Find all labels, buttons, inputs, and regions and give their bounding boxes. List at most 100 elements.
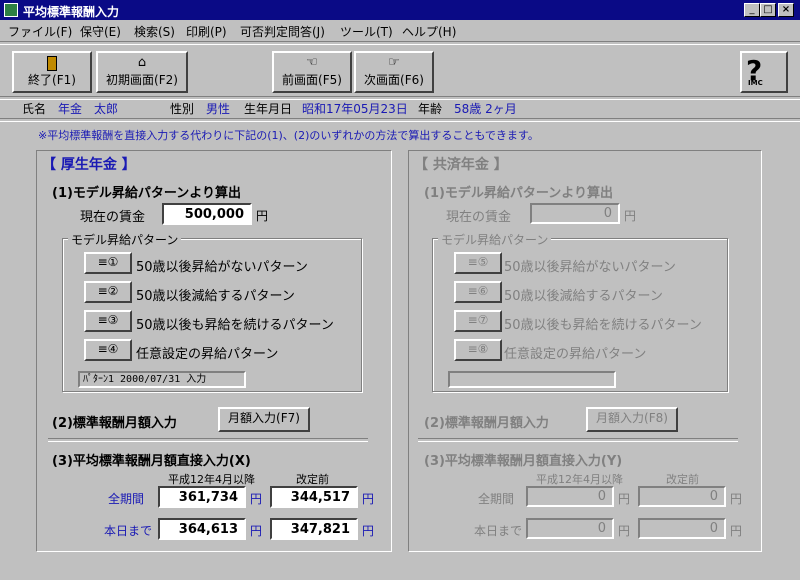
kyosai-pattern-group-title: モデル昇給パターン bbox=[438, 231, 552, 248]
kosei-row1-col2-unit: 円 bbox=[362, 492, 375, 506]
kyosai-wage-unit: 円 bbox=[624, 209, 637, 223]
kosei-pattern4-label: 任意設定の昇給パターン bbox=[136, 347, 279, 362]
person-sex: 男性 bbox=[206, 102, 231, 116]
point-right-icon: ☞ bbox=[388, 55, 400, 70]
kosei-title: 【 厚生年金 】 bbox=[42, 157, 136, 173]
kosei-pattern-group-title: モデル昇給パターン bbox=[68, 231, 182, 248]
kyosai-pattern7-label: 50歳以後も昇給を続けるパターン bbox=[504, 318, 702, 333]
kyosai-row1-col2-unit: 円 bbox=[730, 492, 743, 506]
kosei-row1-label: 全期間 bbox=[108, 492, 145, 506]
menu-file[interactable]: ファイル(F) bbox=[8, 23, 72, 40]
kosei-pattern1-button[interactable]: ≡① bbox=[84, 252, 132, 274]
kyosai-row2-col2-unit: 円 bbox=[730, 524, 743, 538]
maximize-button[interactable]: □ bbox=[760, 3, 776, 17]
sex-label: 性別 bbox=[170, 102, 195, 116]
kosei-pattern4-button[interactable]: ≡④ bbox=[84, 339, 132, 361]
kosei-wage-unit: 円 bbox=[256, 209, 269, 223]
kyosai-divider bbox=[418, 438, 738, 442]
kyosai-pattern7-button[interactable]: ≡⑦ bbox=[454, 310, 502, 332]
chart-icon: ≡ bbox=[467, 255, 478, 269]
kyosai-monthly-input-button[interactable]: 月額入力(F8) bbox=[586, 407, 678, 432]
kosei-divider bbox=[48, 438, 368, 442]
kosei-row1-col1-unit: 円 bbox=[250, 492, 263, 506]
kyosai-row2-col2-input[interactable]: 0 bbox=[638, 518, 726, 539]
info-separator bbox=[0, 118, 800, 122]
kosei-row2-label: 本日まで bbox=[104, 524, 153, 538]
kosei-section3-title: (3)平均標準報酬月額直接入力(X) bbox=[52, 454, 251, 469]
kyosai-row1-col2-input[interactable]: 0 bbox=[638, 486, 726, 507]
chart-icon: ≡ bbox=[467, 284, 478, 298]
kyosai-pattern8-button[interactable]: ≡⑧ bbox=[454, 339, 502, 361]
kyosai-row1-col1-unit: 円 bbox=[618, 492, 631, 506]
app-icon bbox=[4, 3, 18, 17]
menu-maintenance[interactable]: 保守(E) bbox=[80, 23, 121, 40]
age-label: 年齢 bbox=[418, 102, 443, 116]
kosei-pattern1-label: 50歳以後昇給がないパターン bbox=[136, 260, 308, 275]
title-bar: 平均標準報酬入力 _ □ × bbox=[0, 0, 800, 20]
kyosai-row2-col1-input[interactable]: 0 bbox=[526, 518, 614, 539]
kosei-row2-col1-unit: 円 bbox=[250, 524, 263, 538]
close-button[interactable]: × bbox=[778, 3, 794, 17]
chart-icon: ≡ bbox=[97, 255, 108, 269]
kosei-col1-header: 平成12年4月以降 bbox=[168, 473, 255, 486]
chart-icon: ≡ bbox=[467, 313, 478, 327]
kyosai-section2-title: (2)標準報酬月額入力 bbox=[424, 416, 549, 431]
help-button[interactable]: ? IMC bbox=[740, 51, 788, 93]
home-button[interactable]: ⌂ 初期画面(F2) bbox=[96, 51, 188, 93]
dob-label: 生年月日 bbox=[244, 102, 293, 116]
window-title: 平均標準報酬入力 bbox=[23, 5, 120, 19]
menu-print[interactable]: 印刷(P) bbox=[186, 23, 227, 40]
kyosai-pattern5-label: 50歳以後昇給がないパターン bbox=[504, 260, 676, 275]
kosei-section2-title: (2)標準報酬月額入力 bbox=[52, 416, 177, 431]
menu-separator bbox=[0, 41, 800, 45]
kosei-pattern3-button[interactable]: ≡③ bbox=[84, 310, 132, 332]
person-age: 58歳 2ヶ月 bbox=[454, 102, 517, 116]
menu-tools[interactable]: ツール(T) bbox=[340, 23, 393, 40]
minimize-button[interactable]: _ bbox=[744, 3, 760, 17]
kyosai-section3-title: (3)平均標準報酬月額直接入力(Y) bbox=[424, 454, 623, 469]
next-screen-button[interactable]: ☞ 次画面(F6) bbox=[354, 51, 434, 93]
kosei-monthly-input-button[interactable]: 月額入力(F7) bbox=[218, 407, 310, 432]
kyosai-wage-label: 現在の賃金 bbox=[446, 210, 512, 225]
chart-icon: ≡ bbox=[97, 313, 108, 327]
kosei-wage-input[interactable]: 500,000 bbox=[162, 203, 252, 225]
menu-help[interactable]: ヘルプ(H) bbox=[402, 23, 456, 40]
kosei-row1-col2-input[interactable]: 344,517 bbox=[270, 486, 358, 508]
kyosai-pattern-status bbox=[448, 371, 616, 388]
menu-judgement[interactable]: 可否判定問答(J) bbox=[240, 23, 325, 40]
kosei-pattern2-button[interactable]: ≡② bbox=[84, 281, 132, 303]
kosei-pattern-status: ﾊﾟﾀｰﾝ1 2000/07/31 入力 bbox=[78, 371, 246, 388]
exit-button[interactable]: 終了(F1) bbox=[12, 51, 92, 93]
kyosai-row1-label: 全期間 bbox=[478, 492, 515, 506]
kyosai-pattern5-button[interactable]: ≡⑤ bbox=[454, 252, 502, 274]
kyosai-pattern8-label: 任意設定の昇給パターン bbox=[504, 347, 647, 362]
chart-icon: ≡ bbox=[97, 284, 108, 298]
kosei-section1-title: (1)モデル昇給パターンより算出 bbox=[52, 186, 242, 201]
menu-search[interactable]: 検索(S) bbox=[134, 23, 175, 40]
kyosai-col1-header: 平成12年4月以降 bbox=[536, 473, 623, 486]
chart-icon: ≡ bbox=[467, 342, 478, 356]
notice-text: ※平均標準報酬を直接入力する代わりに下記の(1)、(2)のいずれかの方法で算出す… bbox=[38, 129, 539, 142]
kosei-row1-col1-input[interactable]: 361,734 bbox=[158, 486, 246, 508]
kyosai-row1-col1-input[interactable]: 0 bbox=[526, 486, 614, 507]
kosei-wage-label: 現在の賃金 bbox=[80, 210, 146, 225]
kosei-row2-col1-input[interactable]: 364,613 bbox=[158, 518, 246, 540]
name-label: 氏名 bbox=[22, 102, 47, 116]
kosei-col2-header: 改定前 bbox=[296, 473, 329, 486]
kosei-pattern3-label: 50歳以後も昇給を続けるパターン bbox=[136, 318, 334, 333]
kyosai-row2-col1-unit: 円 bbox=[618, 524, 631, 538]
point-left-icon: ☜ bbox=[306, 55, 318, 70]
kyosai-row2-label: 本日まで bbox=[474, 524, 523, 538]
kyosai-wage-input[interactable]: 0 bbox=[530, 203, 620, 224]
kyosai-pattern6-button[interactable]: ≡⑥ bbox=[454, 281, 502, 303]
kyosai-title: 【 共済年金 】 bbox=[414, 157, 508, 173]
person-name: 年金 太郎 bbox=[58, 102, 119, 116]
home-icon: ⌂ bbox=[137, 55, 147, 70]
kyosai-section1-title: (1)モデル昇給パターンより算出 bbox=[424, 186, 614, 201]
kosei-row2-col2-unit: 円 bbox=[362, 524, 375, 538]
kyosai-col2-header: 改定前 bbox=[666, 473, 699, 486]
chart-icon: ≡ bbox=[97, 342, 108, 356]
person-dob: 昭和17年05月23日 bbox=[302, 102, 408, 116]
prev-screen-button[interactable]: ☜ 前画面(F5) bbox=[272, 51, 352, 93]
kosei-row2-col2-input[interactable]: 347,821 bbox=[270, 518, 358, 540]
